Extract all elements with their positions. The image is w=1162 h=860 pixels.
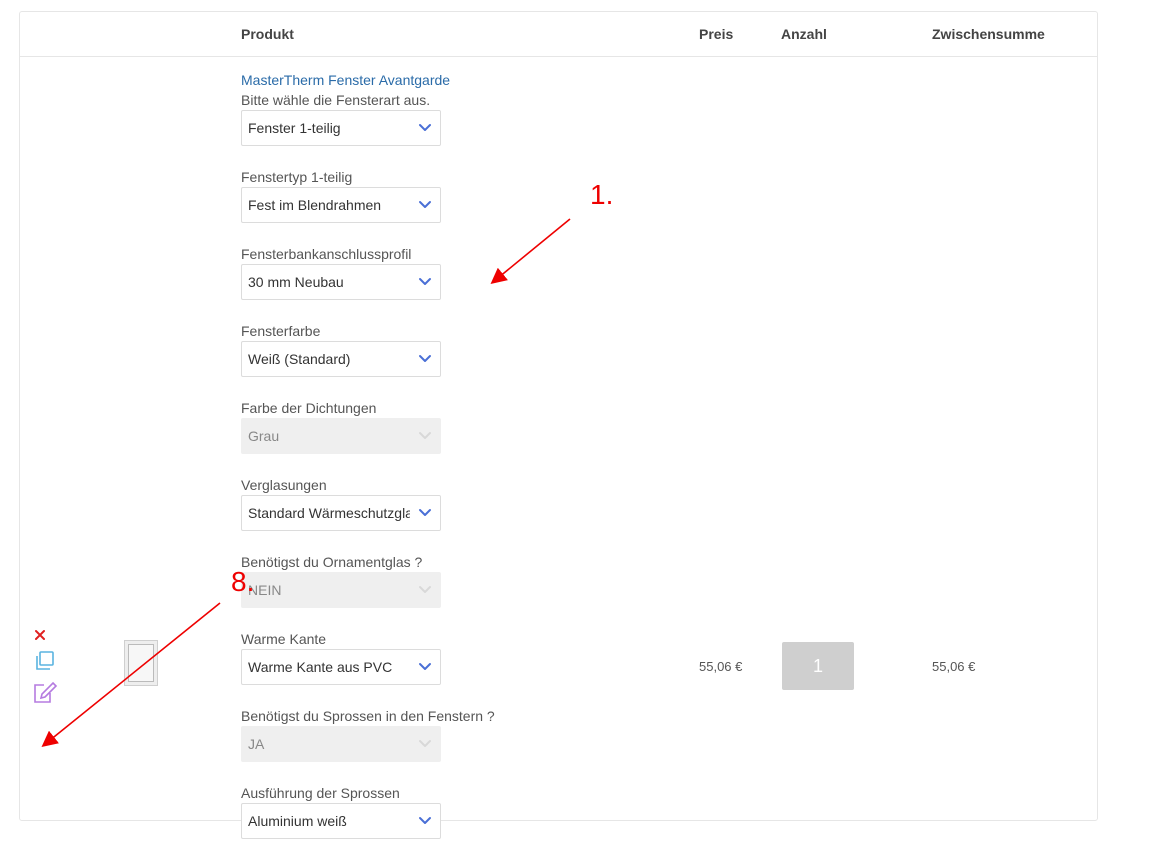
option-field: Farbe der Dichtungen Grau — [241, 398, 601, 454]
product-options: MasterTherm Fenster Avantgarde Bitte wäh… — [241, 70, 601, 860]
header-quantity: Anzahl — [781, 26, 827, 42]
option-label: Verglasungen — [241, 477, 327, 493]
option-select-value: Weiß (Standard) — [248, 351, 351, 367]
option-field: Fenstertyp 1-teilig Fest im Blendrahmen — [241, 167, 601, 223]
option-label: Fenstertyp 1-teilig — [241, 169, 353, 185]
option-select[interactable]: Warme Kante aus PVC — [241, 649, 441, 685]
option-label: Fensterbankanschlussprofil — [241, 246, 412, 262]
option-select-value: Fenster 1-teilig — [248, 120, 341, 136]
item-price: 55,06 € — [699, 659, 743, 674]
copy-icon[interactable] — [33, 649, 57, 678]
option-select[interactable]: Fest im Blendrahmen — [241, 187, 441, 223]
option-field: Warme Kante Warme Kante aus PVC — [241, 629, 601, 685]
chevron-down-icon — [410, 650, 440, 684]
option-field: Benötigst du Ornamentglas ? NEIN — [241, 552, 601, 608]
option-field: Bitte wähle die Fensterart aus. Fenster 1… — [241, 90, 601, 146]
chevron-down-icon — [410, 727, 440, 761]
header-price: Preis — [699, 26, 734, 42]
chevron-down-icon — [410, 342, 440, 376]
item-subtotal: 55,06 € — [932, 659, 976, 674]
option-select[interactable]: Aluminium weiß — [241, 803, 441, 839]
option-field: Fensterbankanschlussprofil 30 mm Neubau — [241, 244, 601, 300]
option-select-value: 30 mm Neubau — [248, 274, 344, 290]
option-select-value: Fest im Blendrahmen — [248, 197, 382, 213]
chevron-down-icon — [410, 265, 440, 299]
chevron-down-icon — [410, 496, 440, 530]
option-label: Warme Kante — [241, 631, 327, 647]
chevron-down-icon — [410, 111, 440, 145]
annotation-label-8: 8. — [231, 566, 255, 597]
quantity-input[interactable]: 1 — [782, 642, 854, 690]
chevron-down-icon — [410, 419, 440, 453]
chevron-down-icon — [410, 188, 440, 222]
option-label: Fensterfarbe — [241, 323, 321, 339]
header-product: Produkt — [241, 26, 294, 42]
option-select-value: Aluminium weiß — [248, 813, 347, 829]
option-label: Benötigst du Ornamentglas ? — [241, 554, 423, 570]
cart-table: Produkt Preis Anzahl Zwischensumme Maste… — [19, 11, 1098, 839]
option-field: Benötigst du Sprossen in den Fenstern ? J… — [241, 706, 601, 762]
option-select[interactable]: Fenster 1-teilig — [241, 110, 441, 146]
option-select: NEIN — [241, 572, 441, 608]
option-select-value: Grau — [248, 428, 280, 444]
chevron-down-icon — [410, 804, 440, 838]
option-select[interactable]: Standard Wärmeschutzglas — [241, 495, 441, 531]
option-select[interactable]: Weiß (Standard) — [241, 341, 441, 377]
table-header: Produkt Preis Anzahl Zwischensumme — [20, 12, 1097, 57]
option-select: Grau — [241, 418, 441, 454]
header-subtotal: Zwischensumme — [932, 26, 1045, 42]
option-field: Verglasungen Standard Wärmeschutzglas — [241, 475, 601, 531]
close-icon[interactable] — [34, 628, 46, 646]
option-label: Ausführung der Sprossen — [241, 785, 400, 801]
option-label: Bitte wähle die Fensterart aus. — [241, 92, 431, 108]
product-name-link[interactable]: MasterTherm Fenster Avantgarde — [241, 70, 601, 90]
option-select[interactable]: 30 mm Neubau — [241, 264, 441, 300]
option-select-value: Warme Kante aus PVC — [248, 659, 393, 675]
option-select-value: JA — [248, 736, 265, 752]
edit-icon[interactable] — [32, 681, 58, 710]
option-label: Benötigst du Sprossen in den Fenstern ? — [241, 708, 495, 724]
chevron-down-icon — [410, 573, 440, 607]
option-field: Ausführung der Sprossen Aluminium weiß — [241, 783, 601, 839]
option-select: JA — [241, 726, 441, 762]
product-thumbnail[interactable] — [124, 640, 158, 686]
annotation-label-1: 1. — [590, 179, 614, 210]
option-select-value: Standard Wärmeschutzglas — [248, 505, 420, 521]
option-label: Farbe der Dichtungen — [241, 400, 377, 416]
option-field: Fensterfarbe Weiß (Standard) — [241, 321, 601, 377]
